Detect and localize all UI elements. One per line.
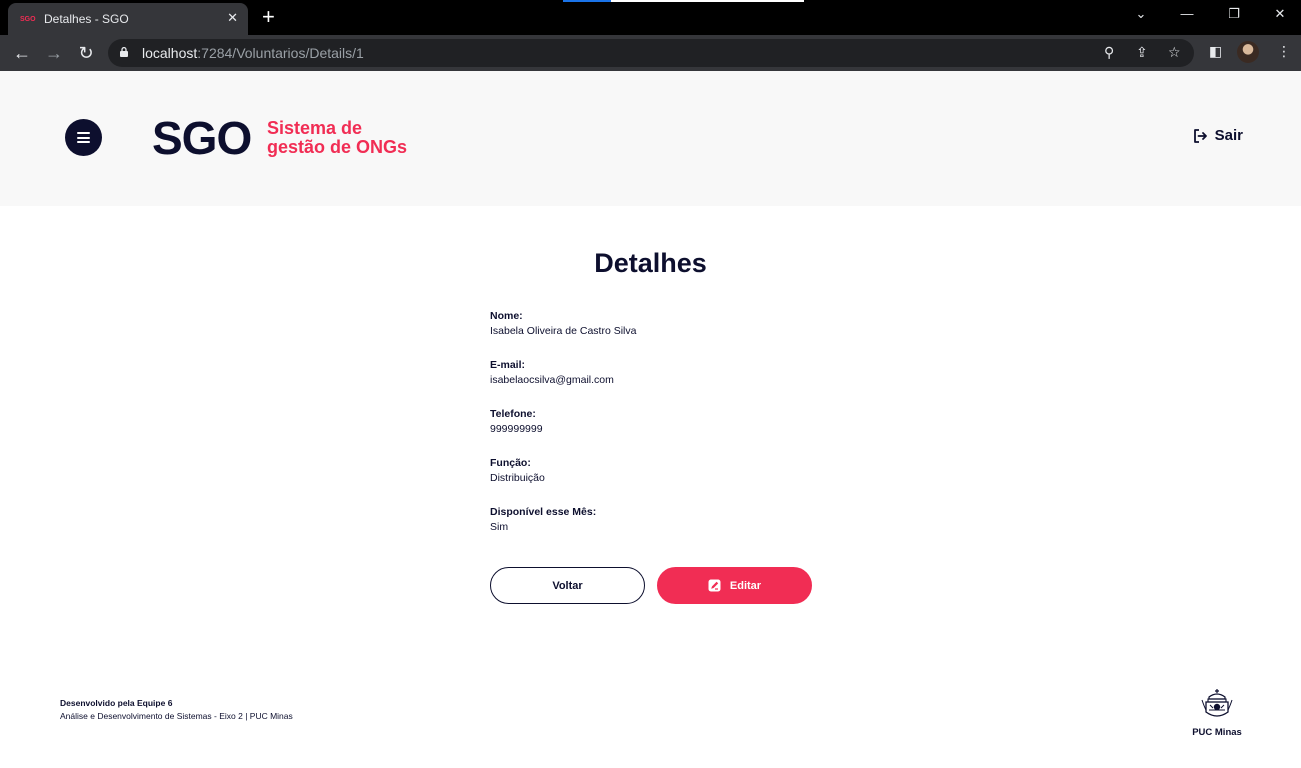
profile-avatar[interactable] (1237, 41, 1259, 63)
browser-toolbar: ← → ↻ localhost:7284/Voluntarios/Details… (0, 35, 1301, 71)
browser-tab[interactable]: SGO Detalhes - SGO ✕ (8, 3, 248, 35)
field-value: Distribuição (490, 472, 545, 484)
share-icon[interactable]: ⇪ (1136, 44, 1148, 61)
puc-minas-label: PUC Minas (1192, 727, 1242, 738)
field-label: Função: (490, 457, 531, 469)
bookmark-star-icon[interactable]: ☆ (1168, 44, 1181, 61)
site-header: SGO Sistema de gestão de ONGs Sair (0, 71, 1301, 206)
back-button-label: Voltar (552, 579, 583, 592)
zoom-icon[interactable]: ⚲ (1104, 44, 1114, 61)
minimize-icon[interactable]: — (1177, 6, 1197, 21)
puc-minas-logo: PUC Minas (1188, 688, 1246, 738)
back-button[interactable]: Voltar (490, 567, 645, 604)
field-label: Nome: (490, 310, 523, 322)
field-telefone: Telefone: 999999999 (490, 408, 790, 435)
page-title: Detalhes (594, 248, 707, 278)
field-label: Telefone: (490, 408, 536, 420)
restore-icon[interactable]: ❐ (1224, 6, 1244, 22)
field-funcao: Função: Distribuição (490, 457, 790, 484)
tab-favicon: SGO (20, 15, 36, 23)
logo-sgo: SGO (152, 112, 252, 164)
edit-button[interactable]: Editar (657, 567, 812, 604)
reload-icon[interactable]: ↻ (74, 41, 98, 65)
puc-crest-icon (1201, 689, 1233, 717)
edit-icon (708, 579, 721, 592)
field-value: 999999999 (490, 423, 543, 435)
close-window-icon[interactable]: ✕ (1270, 6, 1290, 22)
field-value: Sim (490, 521, 509, 533)
side-panel-icon[interactable]: ◧ (1209, 43, 1222, 60)
browser-titlebar: SGO Detalhes - SGO ✕ + ⌄ — ❐ ✕ (0, 0, 1301, 35)
loading-indicator (563, 0, 804, 2)
field-email: E-mail: isabelaocsilva@gmail.com (490, 359, 790, 386)
tab-search-chevron-icon[interactable]: ⌄ (1131, 6, 1151, 22)
logout-button[interactable]: Sair (1192, 127, 1243, 144)
edit-button-label: Editar (729, 579, 762, 592)
logout-label: Sair (1214, 127, 1243, 144)
footer-developed-by: Desenvolvido pela Equipe 6 (60, 698, 173, 708)
tab-title: Detalhes - SGO (44, 12, 129, 26)
new-tab-button[interactable]: + (262, 4, 275, 30)
field-label: Disponível esse Mês: (490, 506, 597, 518)
hamburger-menu-button[interactable] (65, 119, 102, 156)
forward-arrow-icon[interactable]: → (42, 41, 66, 65)
field-nome: Nome: Isabela Oliveira de Castro Silva (490, 310, 790, 337)
footer-course: Análise e Desenvolvimento de Sistemas - … (60, 711, 293, 721)
back-arrow-icon[interactable]: ← (10, 41, 34, 65)
close-tab-icon[interactable]: ✕ (227, 10, 238, 26)
field-label: E-mail: (490, 359, 526, 371)
logout-icon (1193, 128, 1207, 143)
url-text: localhost:7284/Voluntarios/Details/1 (142, 45, 364, 61)
field-value: isabelaocsilva@gmail.com (490, 374, 614, 386)
logo-subtitle: Sistema de gestão de ONGs (267, 118, 408, 157)
kebab-menu-icon[interactable]: ⋮ (1277, 43, 1291, 60)
footer-credits: Desenvolvido pela Equipe 6 Análise e Des… (60, 698, 293, 721)
lock-icon (120, 47, 128, 57)
field-value: Isabela Oliveira de Castro Silva (490, 325, 637, 337)
address-bar[interactable]: localhost:7284/Voluntarios/Details/1 ⚲ ⇪… (108, 39, 1194, 67)
field-disponivel: Disponível esse Mês: Sim (490, 506, 790, 533)
